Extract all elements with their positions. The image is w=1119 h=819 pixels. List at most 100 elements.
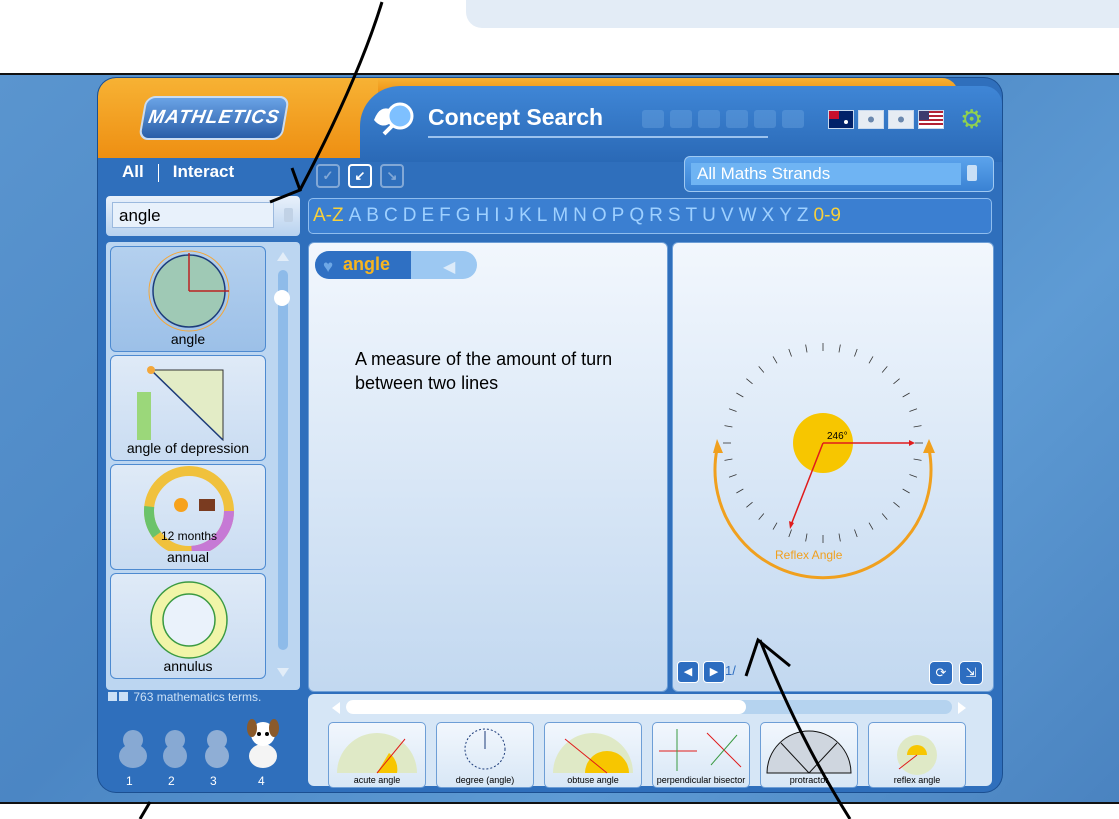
strand-dropdown-icon[interactable] — [967, 165, 977, 181]
shrink-icon[interactable]: ↙ — [348, 164, 372, 188]
alphabet-letter-y[interactable]: Y — [779, 205, 792, 227]
prev-image-icon[interactable]: ◀ — [677, 661, 699, 683]
alphabet-letter-g[interactable]: G — [456, 205, 471, 227]
alphabet-letter-f[interactable]: F — [439, 205, 451, 227]
alphabet-letter-s[interactable]: S — [668, 205, 681, 227]
speaker-icon[interactable]: ◀ — [443, 257, 455, 277]
alphabet-letter-x[interactable]: X — [762, 205, 775, 227]
strand-select-value[interactable]: All Maths Strands — [691, 163, 961, 185]
term-card-angle[interactable]: angle — [110, 246, 266, 352]
protractor-tick — [724, 425, 733, 428]
level-number[interactable]: 3 — [210, 774, 217, 788]
expand-icon[interactable]: ↘ — [380, 164, 404, 188]
scroll-up-icon[interactable] — [277, 252, 289, 261]
protractor-tick — [772, 356, 778, 364]
search-input[interactable]: angle — [112, 202, 274, 228]
protractor-tick — [902, 392, 910, 398]
protractor-tick — [893, 501, 900, 508]
alphabet-letter-a-z[interactable]: A-Z — [313, 205, 344, 227]
level-1-dog-icon[interactable] — [116, 726, 150, 770]
protractor-tick — [736, 392, 744, 398]
enlarge-icon[interactable]: ⇲ — [959, 661, 983, 685]
alphabet-letter-h[interactable]: H — [476, 205, 490, 227]
search-dropdown-icon[interactable] — [284, 208, 293, 222]
scroll-down-icon[interactable] — [277, 668, 289, 677]
next-image-icon[interactable]: ▶ — [703, 661, 725, 683]
alphabet-letter-b[interactable]: B — [366, 205, 379, 227]
alphabet-letter-o[interactable]: O — [592, 205, 607, 227]
protractor-tick — [736, 488, 744, 494]
level-number[interactable]: 2 — [168, 774, 175, 788]
term-label: angle — [170, 331, 206, 347]
alphabet-letter-t[interactable]: T — [686, 205, 698, 227]
alphabet-letter-a[interactable]: A — [349, 205, 362, 227]
related-acute-angle[interactable]: acute angle — [328, 722, 426, 788]
term-card-angle-of-depression[interactable]: angle of depression — [110, 355, 266, 461]
illustration-panel: 246° Reflex Angle ◀ ▶ 1/ ⟳ ⇲ — [672, 242, 994, 692]
protractor-tick — [913, 425, 922, 428]
definition-text: A measure of the amount of turn between … — [355, 349, 613, 393]
alphabet-letter-q[interactable]: Q — [629, 205, 644, 227]
alphabet-letter-z[interactable]: Z — [797, 205, 809, 227]
alphabet-letter-e[interactable]: E — [421, 205, 434, 227]
related-label: degree (angle) — [455, 775, 515, 785]
alphabet-letter-k[interactable]: K — [519, 205, 532, 227]
australia-flag-icon[interactable] — [828, 110, 854, 129]
strip-left-arrow-icon[interactable] — [332, 702, 340, 714]
alphabet-letter-n[interactable]: N — [573, 205, 587, 227]
scroll-track[interactable] — [278, 270, 288, 650]
related-reflex-angle[interactable]: reflex angle — [868, 722, 966, 788]
alphabet-letter-l[interactable]: L — [537, 205, 548, 227]
scroll-thumb[interactable] — [274, 290, 290, 306]
heart-icon[interactable]: ♥ — [323, 257, 333, 277]
title-underline — [428, 136, 768, 138]
tab-all[interactable]: All — [108, 162, 158, 181]
level-3-dog-icon[interactable] — [200, 726, 234, 770]
alphabet-letter-i[interactable]: I — [494, 205, 499, 227]
back-icon[interactable]: ✓ — [316, 164, 340, 188]
refresh-icon[interactable]: ⟳ — [929, 661, 953, 685]
alphabet-letter-j[interactable]: J — [505, 205, 515, 227]
protractor-tick — [868, 522, 874, 530]
term-label: annual — [166, 549, 210, 565]
term-word: angle — [343, 254, 391, 274]
protractor-tick — [724, 458, 733, 461]
angle-measure-label: 246° — [827, 431, 848, 442]
mathletics-logo[interactable]: MATHLETICS — [138, 96, 290, 140]
settings-gear-icon[interactable]: ⚙ — [960, 106, 986, 132]
strip-right-arrow-icon[interactable] — [958, 702, 966, 714]
alphabet-letter-v[interactable]: V — [721, 205, 734, 227]
alphabet-letter-d[interactable]: D — [403, 205, 417, 227]
term-card-annulus[interactable]: annulus — [110, 573, 266, 679]
level-number[interactable]: 4 — [258, 774, 265, 788]
flag-2-icon[interactable] — [858, 110, 884, 129]
related-obtuse-angle[interactable]: obtuse angle — [544, 722, 642, 788]
ghost-button — [726, 110, 748, 128]
alphabet-letter-w[interactable]: W — [739, 205, 757, 227]
strand-select[interactable]: All Maths Strands — [684, 156, 994, 192]
strip-scroll-thumb[interactable] — [346, 700, 746, 714]
alphabet-bar: A-Z A B C D E F G H I J K L M N O P Q R S T U V W X Y Z 0-9 — [308, 198, 992, 234]
related-protractor[interactable]: protractor — [760, 722, 858, 788]
top-banner — [466, 0, 1119, 28]
level-4-dog-icon[interactable] — [244, 716, 282, 770]
alphabet-letter-m[interactable]: M — [552, 205, 568, 227]
related-degree-angle[interactable]: degree (angle) — [436, 722, 534, 788]
term-card-annual[interactable]: 12 months annual — [110, 464, 266, 570]
flag-3-icon[interactable] — [888, 110, 914, 129]
alphabet-letter-c[interactable]: C — [384, 205, 398, 227]
level-number[interactable]: 1 — [126, 774, 133, 788]
tab-interact[interactable]: Interact — [159, 162, 248, 181]
protractor-tick — [902, 488, 910, 494]
usa-flag-icon[interactable] — [918, 110, 944, 129]
alphabet-letter-r[interactable]: R — [649, 205, 663, 227]
alphabet-letter-0-9[interactable]: 0-9 — [814, 205, 841, 227]
term-list-scrollbar[interactable] — [274, 248, 292, 677]
page-title: Concept Search — [428, 104, 604, 130]
level-2-dog-icon[interactable] — [158, 726, 192, 770]
alphabet-letter-p[interactable]: P — [612, 205, 625, 227]
alphabet-letter-u[interactable]: U — [702, 205, 716, 227]
strip-scrollbar[interactable] — [346, 700, 952, 714]
list-icon — [108, 692, 117, 701]
related-perpendicular-bisector[interactable]: perpendicular bisector — [652, 722, 750, 788]
